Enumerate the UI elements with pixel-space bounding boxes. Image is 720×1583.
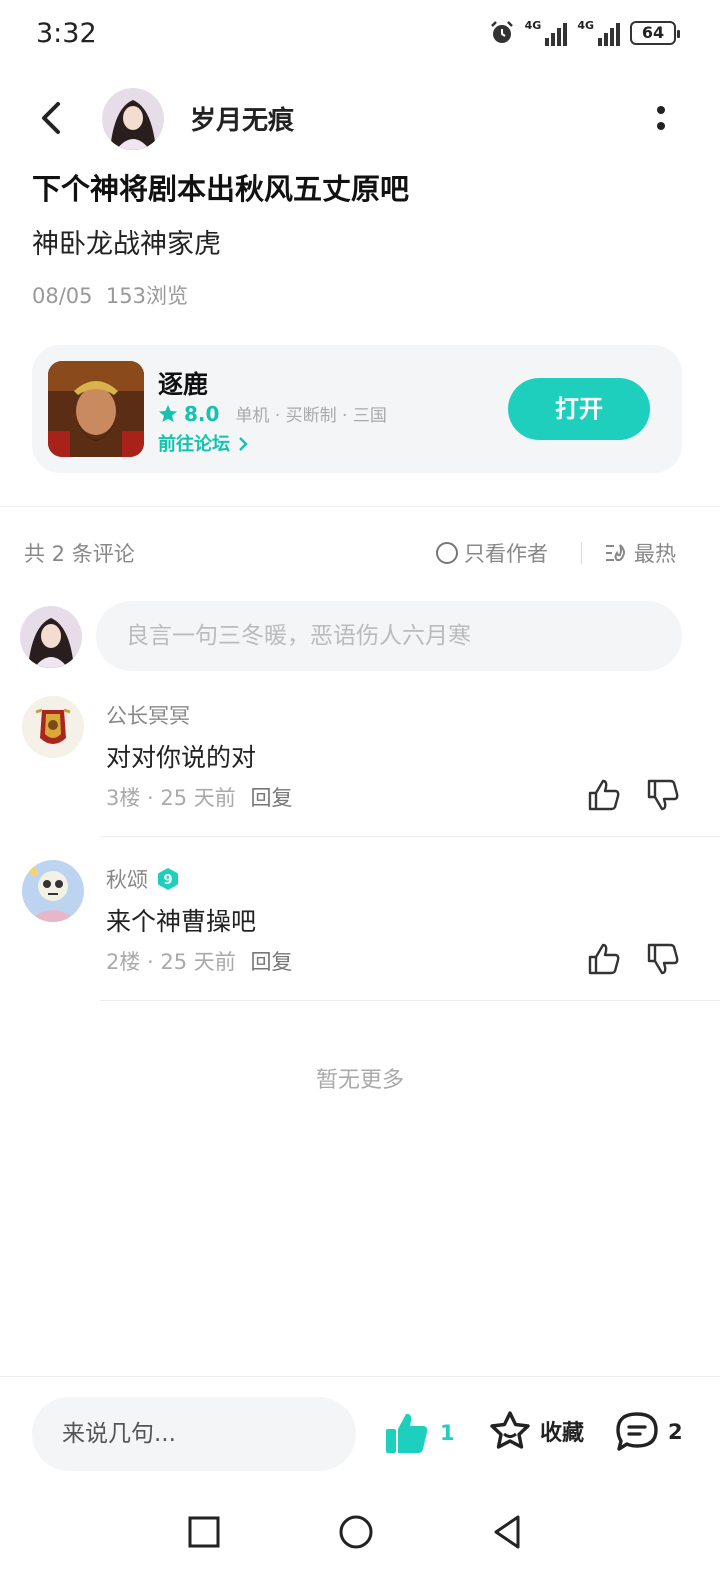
level-badge-icon: 9: [158, 868, 178, 890]
comment-count: 2: [668, 1420, 683, 1444]
star-outline-icon: [490, 1411, 530, 1449]
system-nav-bar: [0, 1486, 720, 1583]
comment-bubble-icon: [616, 1412, 658, 1451]
star-icon: [159, 404, 177, 422]
game-score: 8.0: [184, 401, 220, 426]
my-avatar: [20, 606, 82, 668]
open-game-button[interactable]: 打开: [508, 378, 650, 440]
comments-button[interactable]: 2: [614, 1411, 683, 1453]
comment-divider: [100, 836, 720, 837]
status-bar: 3:32 4G 4G 64: [0, 0, 720, 72]
commenter-name-label: 公长冥冥: [106, 704, 190, 728]
status-icons: 4G 4G 64: [489, 20, 680, 46]
back-arrow-icon[interactable]: [30, 96, 74, 140]
network-type: 4G: [577, 19, 594, 32]
game-rating: 8.0 单机 · 买断制 · 三国: [158, 401, 387, 426]
status-time: 3:32: [36, 18, 97, 49]
post-views: 153浏览: [105, 284, 188, 308]
comment-item: 公长冥冥 对对你说的对 3楼 · 25 天前 回复: [0, 696, 720, 856]
home-icon[interactable]: [336, 1512, 376, 1552]
back-triangle-icon[interactable]: [488, 1512, 528, 1552]
thumbs-up-filled-icon: [386, 1413, 428, 1453]
chevron-right-icon: [239, 437, 248, 451]
comments-count: 共 2 条评论: [24, 542, 135, 566]
sort-label: 最热: [634, 542, 676, 566]
favorite-label: 收藏: [540, 1421, 585, 1446]
divider: [0, 506, 720, 507]
no-more-text: 暂无更多: [315, 1068, 404, 1093]
sort-button[interactable]: 最热: [604, 538, 676, 568]
game-card[interactable]: 逐鹿 8.0 单机 · 买断制 · 三国 前往论坛 打开: [32, 345, 682, 473]
separator: [581, 542, 582, 564]
post-date: 08/05: [32, 284, 93, 308]
post-title: 下个神将剧本出秋风五丈原吧: [32, 172, 410, 206]
post-body: 神卧龙战神家虎: [32, 229, 221, 260]
thumbs-up-icon[interactable]: [586, 942, 622, 976]
post-meta: 08/05 153浏览: [32, 280, 188, 310]
game-icon[interactable]: [48, 361, 144, 457]
game-name: 逐鹿: [158, 370, 209, 399]
svg-text:9: 9: [163, 873, 172, 888]
more-vertical-icon[interactable]: [646, 102, 676, 136]
recent-apps-icon[interactable]: [184, 1512, 224, 1552]
signal-icon: 4G: [577, 20, 620, 46]
only-author-label: 只看作者: [464, 542, 548, 566]
commenter-avatar[interactable]: [22, 860, 84, 922]
bottom-action-bar: 来说几句... 1 收藏 2: [0, 1376, 720, 1486]
reply-button[interactable]: 回复: [250, 950, 292, 974]
comment-floor-time: 2楼 · 25 天前: [106, 950, 236, 974]
like-count: 1: [440, 1421, 455, 1445]
thumbs-up-icon[interactable]: [586, 778, 622, 812]
say-something-input[interactable]: 来说几句...: [32, 1397, 356, 1471]
forum-link-label: 前往论坛: [158, 434, 230, 455]
reply-button[interactable]: 回复: [250, 786, 292, 810]
comment-item: 秋颂 9 来个神曹操吧 2楼 · 25 天前 回复: [0, 860, 720, 1020]
like-button[interactable]: 1: [384, 1411, 455, 1455]
comment-meta: 3楼 · 25 天前 回复: [106, 782, 292, 812]
comment-text: 对对你说的对: [106, 743, 257, 772]
commenter-avatar[interactable]: [22, 696, 84, 758]
commenter-name[interactable]: 秋颂 9: [106, 864, 180, 894]
thumbs-down-icon[interactable]: [645, 942, 681, 976]
thumbs-down-icon[interactable]: [645, 778, 681, 812]
signal-icon: 4G: [525, 20, 568, 46]
author-avatar[interactable]: [102, 88, 164, 150]
commenter-name-label: 秋颂: [106, 868, 148, 892]
only-author-toggle[interactable]: 只看作者: [436, 538, 548, 568]
network-type: 4G: [524, 19, 542, 32]
author-name[interactable]: 岁月无痕: [190, 100, 294, 137]
comment-meta: 2楼 · 25 天前 回复: [106, 946, 292, 976]
sort-icon: [606, 544, 625, 562]
comment-input[interactable]: [96, 601, 682, 671]
radio-icon: [436, 542, 458, 564]
alarm-icon: [490, 21, 513, 43]
comment-divider: [100, 1000, 720, 1001]
game-tags: 单机 · 买断制 · 三国: [235, 406, 387, 426]
favorite-button[interactable]: 收藏: [488, 1409, 584, 1453]
comment-text: 来个神曹操吧: [106, 907, 257, 936]
forum-link[interactable]: 前往论坛: [158, 430, 250, 456]
commenter-name[interactable]: 公长冥冥: [106, 700, 190, 730]
battery-icon: 64: [630, 21, 680, 45]
comment-floor-time: 3楼 · 25 天前: [106, 786, 236, 810]
